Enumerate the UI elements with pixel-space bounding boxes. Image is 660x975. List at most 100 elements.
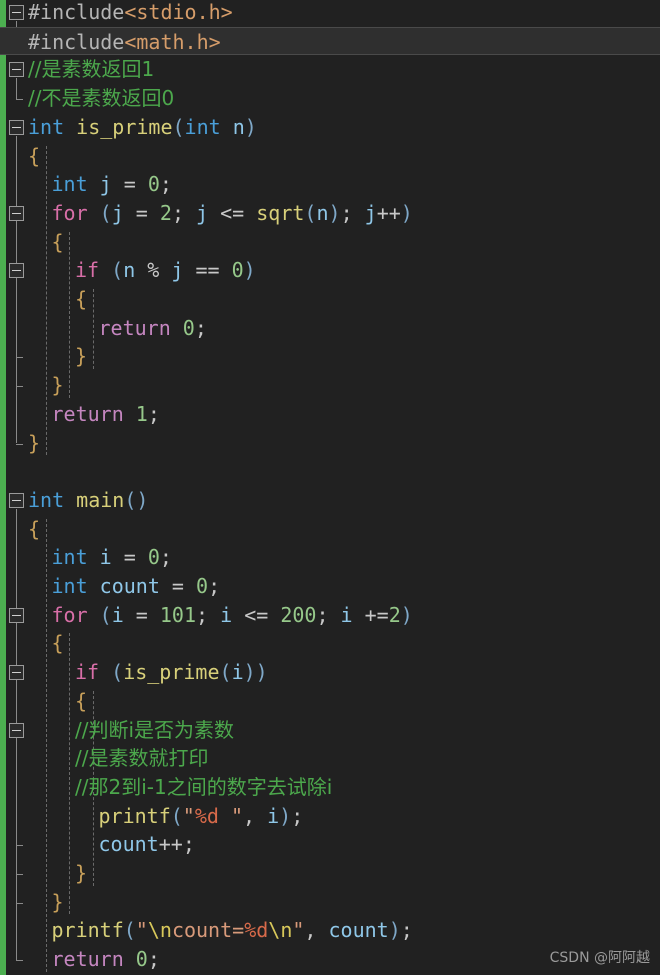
code-line-text: { <box>28 515 40 544</box>
code-token: j <box>171 258 184 283</box>
code-token: \n <box>268 918 293 943</box>
code-line[interactable]: int count = 0; <box>0 572 660 601</box>
code-line-text: { <box>28 142 40 171</box>
code-line[interactable] <box>0 457 660 486</box>
code-token: //不是素数返回0 <box>28 86 175 111</box>
code-line-text: //是素数返回1 <box>28 55 154 84</box>
code-line[interactable]: int is_prime(int n) <box>0 113 660 142</box>
code-token: j <box>99 172 112 197</box>
code-token: ; <box>291 803 304 828</box>
code-token: int <box>51 574 88 598</box>
code-token: ) <box>328 200 341 225</box>
code-token: } <box>51 373 64 398</box>
code-line-text: int j = 0; <box>52 170 172 199</box>
code-line[interactable]: //判断i是否为素数 <box>0 716 660 745</box>
code-line[interactable]: return 0; <box>0 314 660 343</box>
code-line-text: int is_prime(int n) <box>28 113 257 142</box>
code-token: ( <box>304 200 317 225</box>
code-line[interactable]: for (i = 101; i <= 200; i +=2) <box>0 601 660 630</box>
code-token: = <box>111 545 148 570</box>
code-lines[interactable]: #include<stdio.h> #include<math.h>//是素数返回… <box>0 0 660 975</box>
code-line[interactable]: } <box>0 371 660 400</box>
code-token: n <box>123 258 136 283</box>
code-token: ++ <box>376 200 401 225</box>
code-line[interactable]: if (is_prime(i)) <box>0 658 660 687</box>
code-token: i <box>340 602 353 627</box>
code-line-text: printf("\ncount=%d\n", count); <box>52 916 413 945</box>
code-line[interactable]: //不是素数返回0 <box>0 84 660 113</box>
code-line[interactable]: { <box>0 228 660 257</box>
code-line[interactable]: { <box>0 629 660 658</box>
code-token: " <box>182 803 195 828</box>
code-token: n <box>316 200 329 225</box>
code-line-text: #include<stdio.h> <box>28 0 233 27</box>
code-line[interactable]: for (j = 2; j <= sqrt(n); j++) <box>0 199 660 228</box>
code-line-text: count++; <box>99 830 195 859</box>
code-line-text: { <box>52 629 64 658</box>
code-token: += <box>352 602 389 627</box>
code-token: , <box>304 918 329 943</box>
code-token: = <box>111 172 148 197</box>
code-line[interactable]: printf("\ncount=%d\n", count); <box>0 916 660 945</box>
code-line[interactable]: } <box>0 342 660 371</box>
code-line-text: } <box>28 429 40 458</box>
code-line[interactable]: #include<math.h> <box>0 26 660 57</box>
code-line[interactable]: return 1; <box>0 400 660 429</box>
code-token: //是素数返回1 <box>28 57 155 82</box>
code-line[interactable]: printf("%d ", i); <box>0 802 660 831</box>
code-line[interactable]: int main() <box>0 486 660 515</box>
code-token: //那2到i-1之间的数字去试除i <box>75 774 333 799</box>
code-line[interactable]: } <box>0 888 660 917</box>
code-token: i <box>111 602 124 627</box>
code-line-text: for (i = 101; i <= 200; i +=2) <box>52 601 413 630</box>
code-token: i <box>99 545 112 570</box>
code-token: 2 <box>388 602 401 627</box>
code-line-text: int main() <box>28 486 148 515</box>
code-line[interactable]: { <box>0 515 660 544</box>
code-line[interactable]: count++; <box>0 830 660 859</box>
code-line-text: { <box>75 285 87 314</box>
code-line[interactable]: int j = 0; <box>0 170 660 199</box>
code-line[interactable]: if (n % j == 0) <box>0 256 660 285</box>
code-token: if <box>75 660 100 685</box>
code-line[interactable]: } <box>0 429 660 458</box>
code-line[interactable]: //是素数就打印 <box>0 744 660 773</box>
code-line[interactable]: } <box>0 859 660 888</box>
code-token: ; <box>196 602 221 627</box>
code-token: ) <box>388 918 401 943</box>
code-token: ; <box>182 832 195 857</box>
code-line[interactable]: //是素数返回1 <box>0 55 660 84</box>
code-line[interactable]: int i = 0; <box>0 543 660 572</box>
code-line[interactable]: { <box>0 687 660 716</box>
code-token: { <box>51 631 64 656</box>
code-token: ; <box>400 918 413 943</box>
code-token: " <box>218 803 244 828</box>
code-token: ( <box>99 602 112 627</box>
code-token: ( <box>172 114 185 139</box>
code-token: <= <box>232 602 281 627</box>
code-line-text: #include<math.h> <box>28 28 221 57</box>
code-line[interactable]: { <box>0 285 660 314</box>
code-line[interactable]: { <box>0 142 660 171</box>
code-line[interactable]: #include<stdio.h> <box>0 0 660 27</box>
code-line[interactable]: //那2到i-1之间的数字去试除i <box>0 773 660 802</box>
code-token: main <box>76 487 125 512</box>
code-editor[interactable]: #include<stdio.h> #include<math.h>//是素数返回… <box>0 0 660 975</box>
code-token: #include <box>28 0 125 24</box>
code-token: ( <box>111 660 124 685</box>
code-token: int <box>51 172 88 197</box>
code-token: () <box>124 487 149 512</box>
watermark: CSDN @阿阿越 <box>549 950 650 966</box>
code-token: ; <box>171 200 197 225</box>
code-token: return <box>98 315 171 340</box>
code-line-text: int i = 0; <box>52 543 172 572</box>
code-token: 0 <box>196 574 209 598</box>
code-line-text: for (j = 2; j <= sqrt(n); j++) <box>52 199 413 228</box>
code-token: ( <box>170 803 183 828</box>
